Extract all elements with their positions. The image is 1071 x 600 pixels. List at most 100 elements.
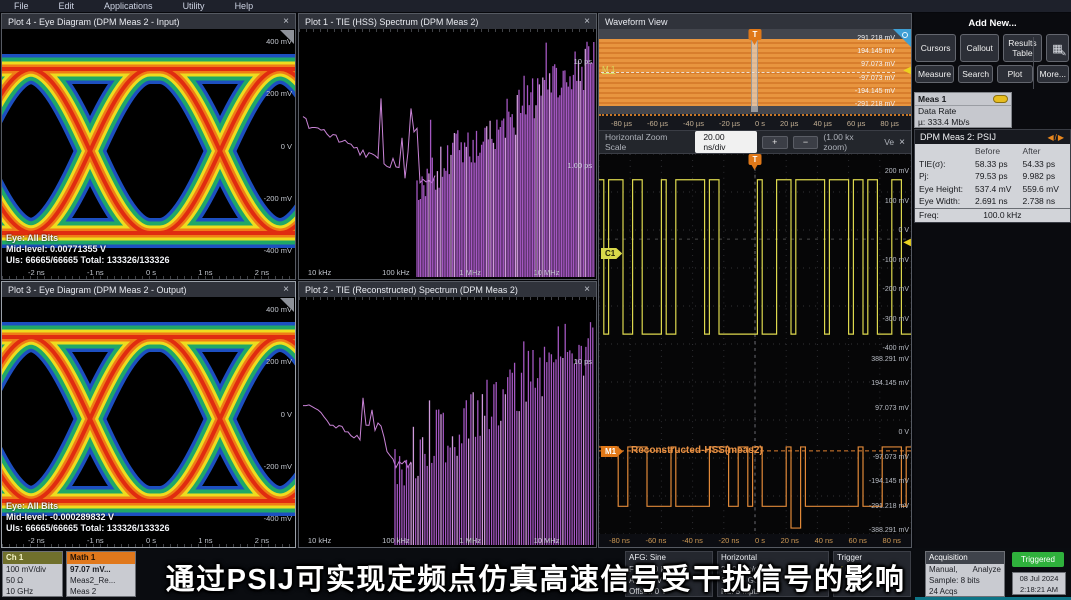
plot4-title-bar[interactable]: Plot 4 - Eye Diagram (DPM Meas 2 - Input… [2, 14, 295, 29]
plot4-eye-stats: Eye: All Bits Mid-level: 0.00771355 V UI… [6, 233, 169, 266]
measure-button[interactable]: Measure [915, 65, 954, 83]
menu-edit[interactable]: Edit [59, 1, 75, 11]
col-after: After [1023, 145, 1071, 158]
meas1-badge[interactable]: Meas 1 Data Rate µ: 333.4 Mb/s [914, 92, 1012, 128]
plot2-body: 10 ps 10 kHz 100 kHz 1 MHz 10 MHz [299, 297, 596, 547]
table-row: Eye Width: 2.691 ns 2.738 ns [915, 195, 1070, 208]
ground-marker-icon[interactable]: ◀ [903, 66, 911, 76]
magnifier-icon [902, 32, 908, 38]
triggered-indicator[interactable]: Triggered [1012, 552, 1064, 567]
menu-help[interactable]: Help [235, 1, 254, 11]
close-icon[interactable]: × [584, 17, 590, 27]
zoomed-time-axis: -80 ns-60 ns -40 ns-20 ns 0 s20 ns 40 ns… [599, 534, 911, 547]
resize-handle-icon[interactable] [280, 30, 294, 44]
zoom-scale-label: Horizontal Zoom Scale [605, 132, 690, 152]
acquisition-badge[interactable]: Acquisition Manual,Analyze Sample: 8 bit… [925, 551, 1005, 597]
zoom-scale-value[interactable]: 20.00 ns/div [695, 131, 756, 153]
meas1-value: µ: 333.4 Mb/s [915, 117, 1011, 128]
math1-waveform-name: Reconstructed-HSS(meas2) [631, 445, 763, 456]
menu-bar: File Edit Applications Utility Help [0, 0, 1071, 12]
plot3-x-axis: -2 ns-1 ns 0 s1 ns 2 ns [2, 536, 295, 545]
zoom-extra-label: Ve [884, 137, 894, 147]
plot4-panel: Plot 4 - Eye Diagram (DPM Meas 2 - Input… [1, 13, 296, 280]
horizontal-zoom-bar: Horizontal Zoom Scale 20.00 ns/div + − (… [599, 130, 911, 154]
plot1-panel: Plot 1 - TIE (HSS) Spectrum (DPM Meas 2)… [298, 13, 597, 280]
table-row: Pj: 79.53 ps 9.982 ps [915, 170, 1070, 183]
add-new-header: Add New... [914, 13, 1071, 31]
plot1-y-label: 10 ps [574, 57, 592, 66]
plot3-y-axis: 400 mV200 mV 0 V-200 mV -400 mV [264, 305, 292, 523]
math1-y-axis: 388.291 mV194.145 mV 97.073 mV0 V -97.07… [869, 356, 909, 534]
meas1-source-icon [993, 95, 1008, 103]
zoom-out-button[interactable]: − [793, 136, 819, 149]
overview-zero-line [601, 72, 895, 73]
channel1-y-axis: 200 mV100 mV 0 V-100 mV -200 mV-300 mV -… [883, 168, 909, 352]
col-before: Before [975, 145, 1023, 158]
datetime-display: 08 Jul 2024 2:18:21 AM [1012, 572, 1066, 595]
waveform-overview[interactable]: M 1 T 291.218 mV194.145 mV 97.073 mV-97.… [599, 29, 911, 114]
plot4-title: Plot 4 - Eye Diagram (DPM Meas 2 - Input… [8, 17, 180, 27]
plot4-body: 400 mV200 mV 0 V-200 mV -400 mV Eye: All… [2, 29, 295, 279]
plot4-x-axis: -2 ns-1 ns 0 s1 ns 2 ns [2, 268, 295, 277]
zoom-factor-label: (1.00 kx zoom) [823, 132, 879, 152]
zoom-in-button[interactable]: + [762, 136, 788, 149]
dpm-table: Before After TIE(σ): 58.33 ps 54.33 ps P… [915, 144, 1070, 208]
plot1-body: 10 ps 1.00 ps 10 kHz 100 kHz 1 MHz 10 MH… [299, 29, 596, 279]
dpm-freq-row: Freq: 100.0 kHz [915, 208, 1070, 222]
divider [1033, 37, 1034, 89]
search-button[interactable]: Search [958, 65, 993, 83]
overview-m1-label[interactable]: M 1 [602, 65, 615, 74]
oscilloscope-app: File Edit Applications Utility Help Plot… [0, 0, 1071, 600]
plot-button[interactable]: Plot [997, 65, 1032, 83]
results-table-button[interactable]: Results Table [1003, 34, 1042, 62]
plot3-title: Plot 3 - Eye Diagram (DPM Meas 2 - Outpu… [8, 285, 187, 295]
close-icon[interactable]: × [283, 17, 289, 27]
menu-file[interactable]: File [14, 1, 29, 11]
overview-y-axis: 291.218 mV194.145 mV 97.073 mV-97.073 mV… [855, 35, 895, 108]
dpm-title: DPM Meas 2: PSIJ [920, 132, 996, 142]
grid-edit-icon: ▦✎ [1052, 42, 1062, 55]
close-icon[interactable]: × [899, 137, 905, 148]
cursors-button[interactable]: Cursors [915, 34, 956, 62]
plot3-body: 400 mV200 mV 0 V-200 mV -400 mV Eye: All… [2, 297, 295, 547]
right-control-panel: Add New... Cursors Callout Results Table… [914, 13, 1071, 548]
plot1-y-label: 1.00 ps [567, 161, 592, 170]
table-row: TIE(σ): 58.33 ps 54.33 ps [915, 158, 1070, 171]
menu-utility[interactable]: Utility [183, 1, 205, 11]
trigger-marker-icon[interactable]: T [749, 154, 762, 165]
table-row: Eye Height: 537.4 mV 559.6 mV [915, 183, 1070, 196]
zoom-overview-icon[interactable] [893, 29, 911, 47]
plot3-panel: Plot 3 - Eye Diagram (DPM Meas 2 - Outpu… [1, 281, 296, 548]
more-button[interactable]: More... [1037, 65, 1069, 83]
overview-time-axis: -80 µs-60 µs -40 µs-20 µs 0 s20 µs 40 µs… [599, 114, 911, 130]
plot2-title: Plot 2 - TIE (Reconstructed) Spectrum (D… [305, 285, 518, 295]
plot2-y-label: 10 ps [574, 357, 592, 366]
meas1-type: Data Rate [915, 106, 1011, 117]
subtitle-text: 通过PSIJ可实现定频点仿真高速信号受干扰信号的影响 [166, 556, 906, 598]
zoomed-waveform-area[interactable]: T C1 M1 Reconstructed-HSS(meas2) ◀ 200 m… [599, 154, 911, 534]
plot2-panel: Plot 2 - TIE (Reconstructed) Spectrum (D… [298, 281, 597, 548]
resize-handle-icon[interactable] [280, 298, 294, 312]
waveform-view-title-bar[interactable]: Waveform View [599, 14, 911, 29]
zoom-window-cursor[interactable] [751, 35, 758, 112]
menu-applications[interactable]: Applications [104, 1, 153, 11]
pager-arrows-icon[interactable]: ◀/▶ [1047, 133, 1065, 142]
callout-button[interactable]: Callout [960, 34, 999, 62]
plot2-title-bar[interactable]: Plot 2 - TIE (Reconstructed) Spectrum (D… [299, 282, 596, 297]
close-icon[interactable]: × [584, 285, 590, 295]
close-icon[interactable]: × [283, 285, 289, 295]
plot1-title: Plot 1 - TIE (HSS) Spectrum (DPM Meas 2) [305, 17, 478, 27]
waveform-view-title: Waveform View [605, 17, 668, 27]
plot1-title-bar[interactable]: Plot 1 - TIE (HSS) Spectrum (DPM Meas 2)… [299, 14, 596, 29]
customize-button[interactable]: ▦✎ [1046, 34, 1069, 62]
ground-marker-icon[interactable]: ◀ [903, 238, 911, 248]
plot3-eye-stats: Eye: All Bits Mid-level: -0.000289832 V … [6, 501, 169, 534]
waveform-view-panel: Waveform View M 1 T 291.218 mV194.145 mV… [598, 13, 912, 548]
meas1-title: Meas 1 [918, 94, 946, 104]
plot4-y-axis: 400 mV200 mV 0 V-200 mV -400 mV [264, 37, 292, 255]
math1-badge[interactable]: Math 1 97.07 mV... Meas2_Re... Meas 2 [66, 551, 136, 597]
channel1-badge[interactable]: Ch 1 100 mV/div 50 Ω 10 GHz [2, 551, 63, 597]
trigger-marker-icon[interactable]: T [749, 29, 762, 40]
dpm-results-panel[interactable]: DPM Meas 2: PSIJ ◀/▶ Before After TIE(σ)… [914, 129, 1071, 223]
plot3-title-bar[interactable]: Plot 3 - Eye Diagram (DPM Meas 2 - Outpu… [2, 282, 295, 297]
